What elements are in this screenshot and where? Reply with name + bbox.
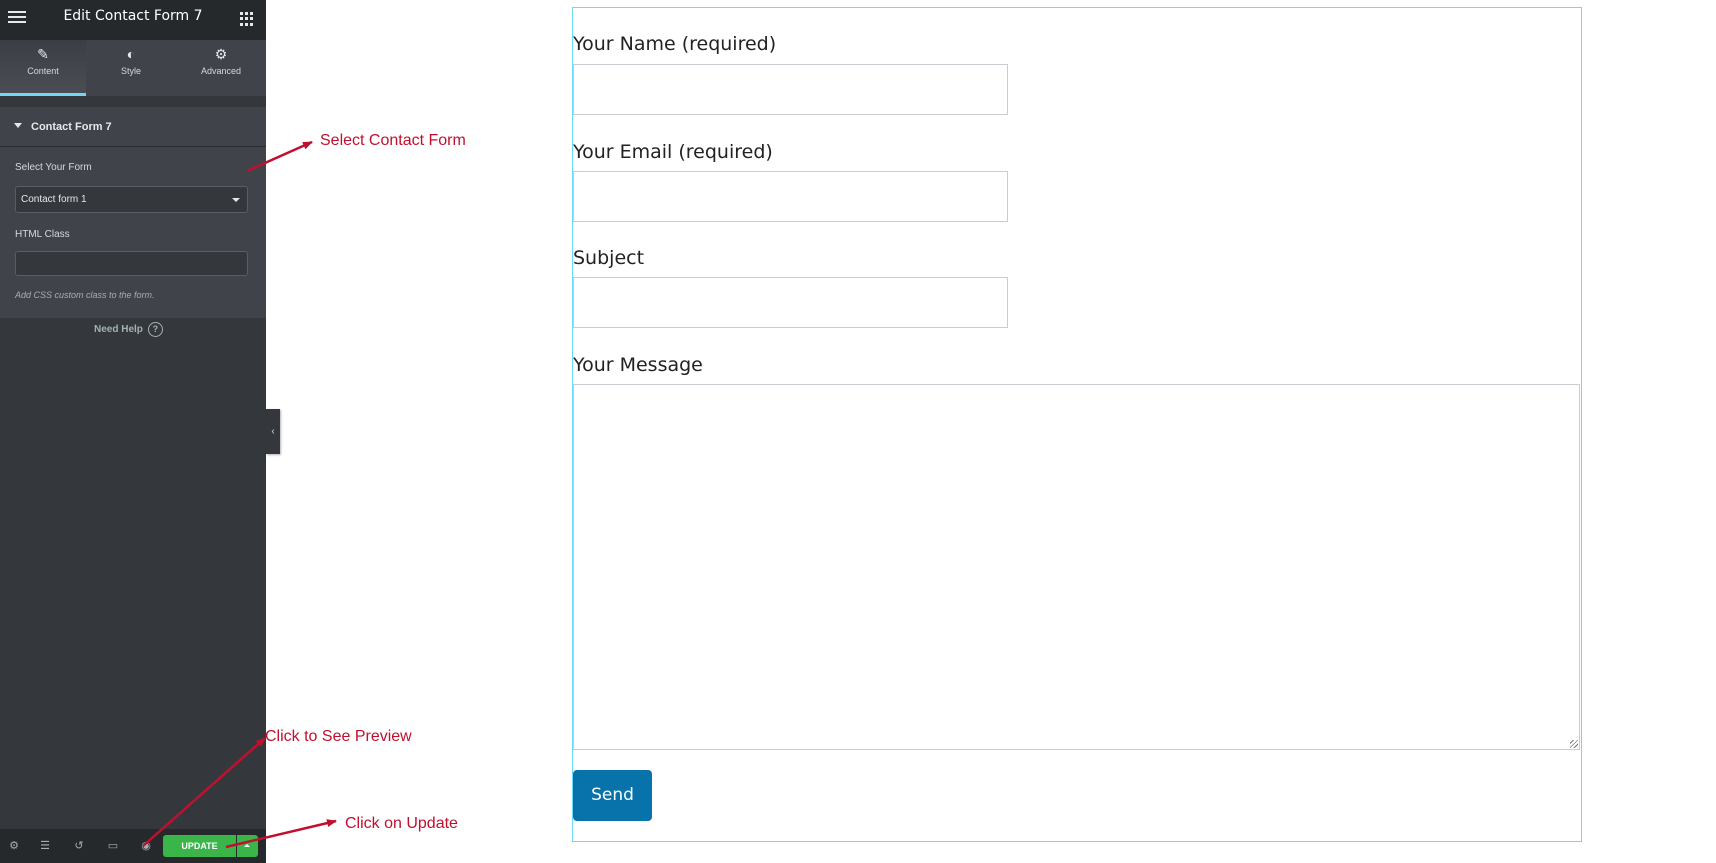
tab-label: Advanced xyxy=(200,66,242,76)
desktop-icon[interactable]: ▭ xyxy=(105,838,121,854)
email-input[interactable] xyxy=(573,171,1008,222)
section-toggle[interactable]: Contact Form 7 xyxy=(0,107,266,147)
subject-label: Subject xyxy=(573,247,645,269)
bottom-bar: ⚙ ☰ ↺ ▭ ◉ UPDATE xyxy=(0,829,266,863)
caret-down-icon xyxy=(14,123,22,128)
annotation-select-form: Select Contact Form xyxy=(320,132,466,149)
tab-label: Style xyxy=(120,66,141,76)
gear-icon: ⚙ xyxy=(214,46,228,62)
contact-form-section: Contact Form 7 Select Your Form Contact … xyxy=(0,107,266,318)
eye-icon[interactable]: ◉ xyxy=(138,838,154,854)
gear-icon[interactable]: ⚙ xyxy=(6,838,22,854)
form-select[interactable]: Contact form 1 xyxy=(15,186,248,213)
tab-advanced[interactable]: ⚙ Advanced xyxy=(176,40,266,96)
pencil-icon: ✎ xyxy=(37,46,49,62)
form-select-value: Contact form 1 xyxy=(21,194,87,205)
resize-handle[interactable] xyxy=(1570,740,1578,748)
send-button[interactable]: Send xyxy=(573,770,652,821)
layers-icon[interactable]: ☰ xyxy=(37,838,53,854)
subject-input[interactable] xyxy=(573,277,1008,328)
annotation-update: Click on Update xyxy=(345,815,458,832)
html-class-input[interactable] xyxy=(15,251,248,276)
question-icon: ? xyxy=(147,322,163,337)
editor-sidebar: Edit Contact Form 7 ✎ Content ◐ Style ⚙ … xyxy=(0,0,266,863)
need-help-label: Need Help xyxy=(94,324,143,335)
sidebar-header: Edit Contact Form 7 xyxy=(0,0,266,40)
collapse-panel-button[interactable]: ‹ xyxy=(266,409,280,454)
name-input[interactable] xyxy=(573,64,1008,115)
message-textarea[interactable] xyxy=(573,384,1580,750)
tab-content[interactable]: ✎ Content xyxy=(0,40,86,96)
divider xyxy=(0,96,266,107)
update-options-button[interactable] xyxy=(237,835,258,857)
name-label: Your Name (required) xyxy=(573,33,777,55)
select-form-label: Select Your Form xyxy=(15,162,92,173)
message-label: Your Message xyxy=(573,354,703,376)
panel-title: Edit Contact Form 7 xyxy=(63,8,203,24)
dropdown-arrow-icon xyxy=(232,198,240,202)
half-circle-icon: ◐ xyxy=(126,46,136,62)
tab-label: Content xyxy=(27,66,59,76)
need-help-link[interactable]: Need Help? xyxy=(94,322,163,337)
panel-tabs: ✎ Content ◐ Style ⚙ Advanced xyxy=(0,40,266,96)
section-title: Contact Form 7 xyxy=(31,121,112,133)
grid-icon[interactable] xyxy=(240,12,254,26)
help-text: Add CSS custom class to the form. xyxy=(15,290,155,300)
tab-style[interactable]: ◐ Style xyxy=(86,40,176,96)
annotation-preview: Click to See Preview xyxy=(265,728,412,745)
update-button[interactable]: UPDATE xyxy=(163,835,236,857)
email-label: Your Email (required) xyxy=(573,141,773,163)
html-class-label: HTML Class xyxy=(15,229,70,240)
history-icon[interactable]: ↺ xyxy=(71,838,87,854)
